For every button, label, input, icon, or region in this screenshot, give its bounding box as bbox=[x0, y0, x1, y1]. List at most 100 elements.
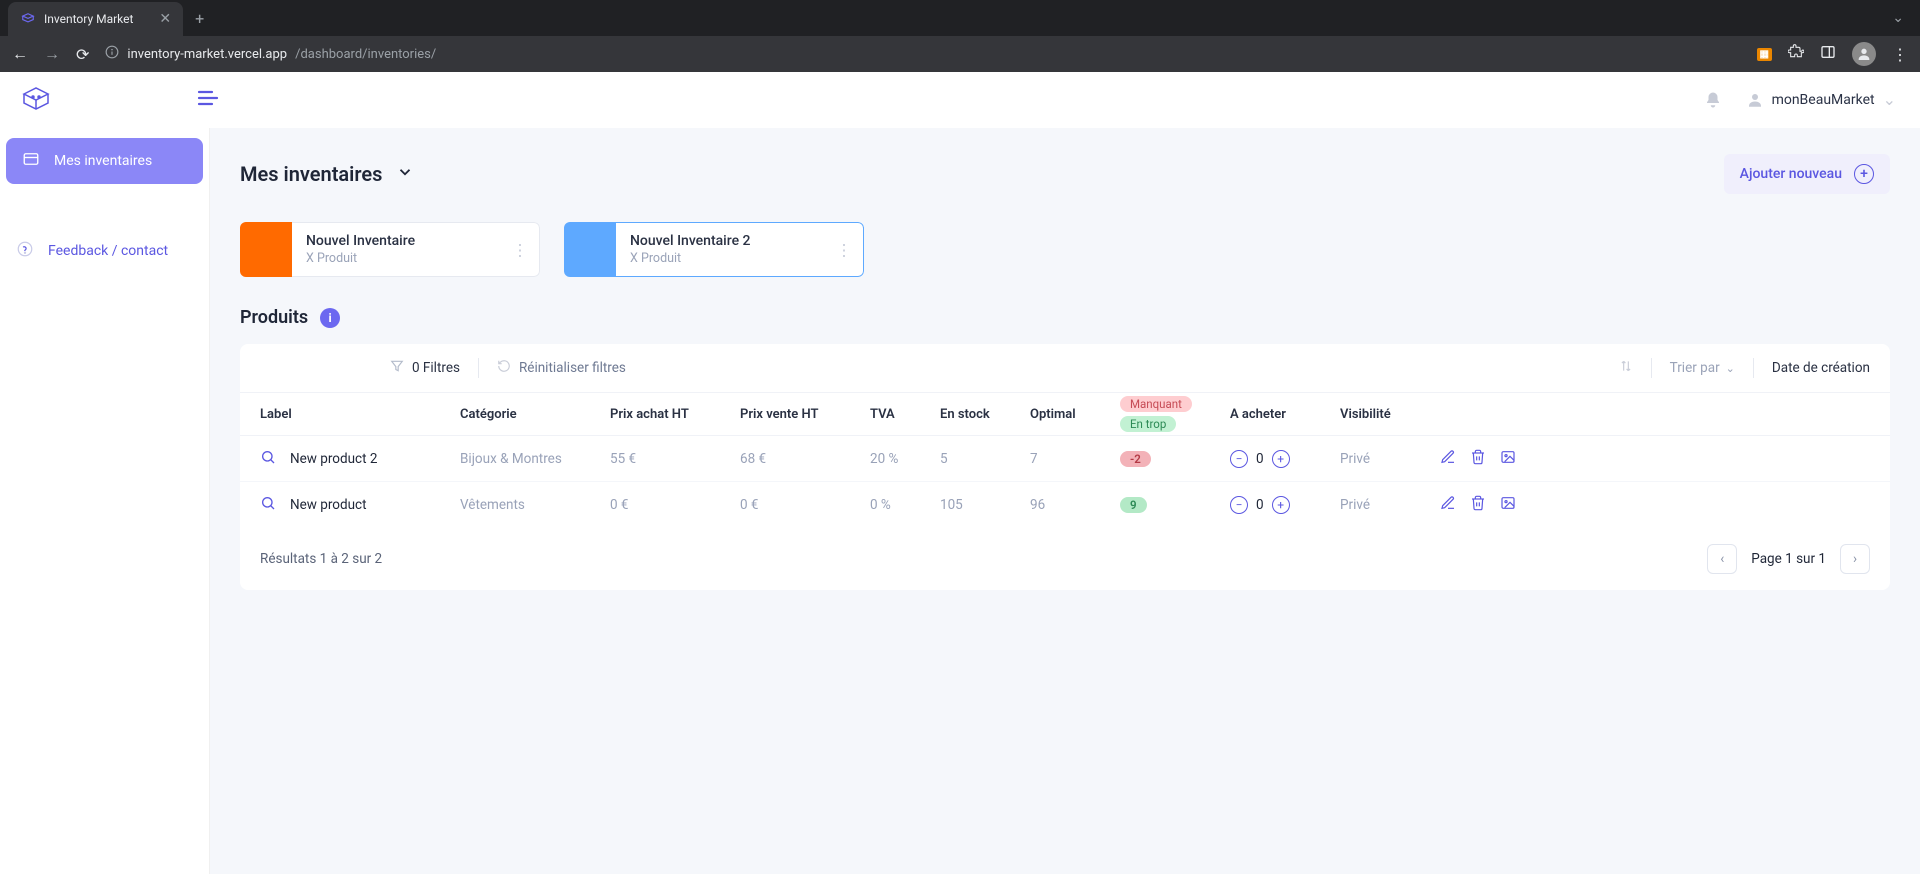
extension-badge-icon[interactable]: ▦ bbox=[1757, 48, 1772, 61]
chevron-down-icon: ⌄ bbox=[1883, 90, 1896, 109]
site-info-icon[interactable] bbox=[105, 45, 119, 63]
kebab-icon[interactable]: ⋮ bbox=[1892, 45, 1908, 64]
forward-icon[interactable]: → bbox=[44, 44, 60, 64]
image-icon[interactable] bbox=[1500, 495, 1516, 515]
view-product-icon[interactable] bbox=[260, 449, 276, 469]
reset-icon bbox=[497, 359, 511, 377]
help-icon bbox=[16, 240, 34, 262]
decrement-button[interactable]: − bbox=[1230, 450, 1248, 468]
app-layout: Mes inventaires Feedback / contact Mes i… bbox=[0, 128, 1920, 874]
sort-by-label: Trier par bbox=[1670, 360, 1720, 376]
image-icon[interactable] bbox=[1500, 449, 1516, 469]
tab-close-icon[interactable]: ✕ bbox=[159, 11, 171, 27]
filter-icon bbox=[390, 359, 404, 377]
excess-header-badge: En trop bbox=[1120, 416, 1176, 432]
cell-vat: 20 % bbox=[870, 451, 940, 467]
th-to-buy: A acheter bbox=[1230, 407, 1340, 422]
row-actions bbox=[1440, 449, 1520, 469]
inventory-icon bbox=[22, 150, 40, 172]
bell-icon[interactable] bbox=[1704, 91, 1722, 109]
reload-icon[interactable]: ⟳ bbox=[76, 45, 89, 64]
cell-stock: 105 bbox=[940, 497, 1030, 513]
delta-badge: 9 bbox=[1120, 497, 1147, 513]
inventory-card[interactable]: Nouvel Inventaire X Produit ⋮ bbox=[240, 222, 540, 277]
inventory-card[interactable]: Nouvel Inventaire 2 X Produit ⋮ bbox=[564, 222, 864, 277]
cell-category: Bijoux & Montres bbox=[460, 451, 610, 467]
edit-icon[interactable] bbox=[1440, 449, 1456, 469]
decrement-button[interactable]: − bbox=[1230, 496, 1248, 514]
user-menu[interactable]: monBeauMarket ⌄ bbox=[1746, 90, 1896, 109]
profile-avatar-icon[interactable] bbox=[1852, 42, 1876, 66]
inventory-color-swatch bbox=[240, 222, 292, 277]
cell-optimal: 96 bbox=[1030, 497, 1120, 513]
table-header: Label Catégorie Prix achat HT Prix vente… bbox=[240, 392, 1890, 436]
to-buy-value: 0 bbox=[1256, 497, 1264, 513]
browser-tab[interactable]: Inventory Market ✕ bbox=[8, 2, 183, 36]
divider bbox=[478, 358, 479, 378]
prev-page-button[interactable]: ‹ bbox=[1707, 544, 1737, 574]
pagination: ‹ Page 1 sur 1 › bbox=[1707, 544, 1870, 574]
url-bar[interactable]: inventory-market.vercel.app/dashboard/in… bbox=[105, 45, 1740, 63]
card-menu-icon[interactable]: ⋮ bbox=[836, 240, 852, 259]
filters-label: 0 Filtres bbox=[412, 360, 460, 376]
inventory-card-body: Nouvel Inventaire X Produit bbox=[292, 222, 540, 277]
cell-label: New product 2 bbox=[260, 449, 460, 469]
add-button-label: Ajouter nouveau bbox=[1740, 166, 1842, 182]
products-section-header: Produits i bbox=[240, 307, 1890, 328]
inventory-card-title: Nouvel Inventaire 2 bbox=[630, 233, 849, 249]
tab-title: Inventory Market bbox=[44, 12, 133, 26]
view-product-icon[interactable] bbox=[260, 495, 276, 515]
cell-to-buy: − 0 + bbox=[1230, 450, 1340, 468]
chevron-down-icon bbox=[396, 162, 414, 186]
browser-chrome: Inventory Market ✕ + ⌄ ← → ⟳ inventory-m… bbox=[0, 0, 1920, 72]
increment-button[interactable]: + bbox=[1272, 496, 1290, 514]
filters-button[interactable]: 0 Filtres bbox=[390, 359, 460, 377]
cell-vat: 0 % bbox=[870, 497, 940, 513]
products-table: Label Catégorie Prix achat HT Prix vente… bbox=[240, 392, 1890, 528]
app-logo-icon[interactable] bbox=[18, 82, 54, 118]
cell-category: Vêtements bbox=[460, 497, 610, 513]
delete-icon[interactable] bbox=[1470, 495, 1486, 515]
table-footer: Résultats 1 à 2 sur 2 ‹ Page 1 sur 1 › bbox=[240, 528, 1890, 590]
increment-button[interactable]: + bbox=[1272, 450, 1290, 468]
inventory-card-subtitle: X Produit bbox=[306, 251, 525, 266]
nav-bar: ← → ⟳ inventory-market.vercel.app/dashbo… bbox=[0, 36, 1920, 72]
inventory-card-subtitle: X Produit bbox=[630, 251, 849, 266]
sidebar-feedback-link[interactable]: Feedback / contact bbox=[16, 240, 193, 262]
extensions-icon[interactable] bbox=[1788, 44, 1804, 64]
menu-toggle-icon[interactable] bbox=[196, 86, 220, 114]
cell-stock: 5 bbox=[940, 451, 1030, 467]
main-content: Mes inventaires Ajouter nouveau + Nouvel… bbox=[210, 128, 1920, 874]
next-page-button[interactable]: › bbox=[1840, 544, 1870, 574]
cell-optimal: 7 bbox=[1030, 451, 1120, 467]
products-panel: 0 Filtres Réinitialiser filtres Trier pa… bbox=[240, 344, 1890, 590]
info-icon[interactable]: i bbox=[320, 308, 340, 328]
th-visibility: Visibilité bbox=[1340, 407, 1440, 422]
missing-header-badge: Manquant bbox=[1120, 396, 1192, 412]
inventory-color-swatch bbox=[564, 222, 616, 277]
user-name: monBeauMarket bbox=[1772, 92, 1875, 108]
edit-icon[interactable] bbox=[1440, 495, 1456, 515]
page-title-dropdown[interactable]: Mes inventaires bbox=[240, 162, 414, 186]
card-menu-icon[interactable]: ⋮ bbox=[512, 240, 528, 259]
th-label: Label bbox=[260, 407, 460, 422]
sort-by-dropdown[interactable]: Trier par ⌄ bbox=[1670, 360, 1735, 376]
cell-visibility: Privé bbox=[1340, 497, 1440, 513]
divider bbox=[1651, 358, 1652, 378]
new-tab-button[interactable]: + bbox=[195, 9, 204, 28]
tab-favicon-icon bbox=[20, 11, 36, 27]
url-path-text: /dashboard/inventories/ bbox=[295, 47, 436, 62]
panel-icon[interactable] bbox=[1820, 44, 1836, 64]
tab-dropdown-icon[interactable]: ⌄ bbox=[1892, 10, 1912, 26]
add-inventory-button[interactable]: Ajouter nouveau + bbox=[1724, 154, 1890, 194]
reset-filters-button[interactable]: Réinitialiser filtres bbox=[497, 359, 626, 377]
cell-sell: 0 € bbox=[740, 497, 870, 513]
sort-direction-icon[interactable] bbox=[1619, 359, 1633, 377]
table-toolbar: 0 Filtres Réinitialiser filtres Trier pa… bbox=[240, 344, 1890, 392]
cell-sell: 68 € bbox=[740, 451, 870, 467]
delete-icon[interactable] bbox=[1470, 449, 1486, 469]
th-category: Catégorie bbox=[460, 407, 610, 422]
sidebar-item-inventories[interactable]: Mes inventaires bbox=[6, 138, 203, 184]
back-icon[interactable]: ← bbox=[12, 44, 28, 64]
table-row: New product Vêtements 0 € 0 € 0 % 105 96… bbox=[240, 482, 1890, 528]
